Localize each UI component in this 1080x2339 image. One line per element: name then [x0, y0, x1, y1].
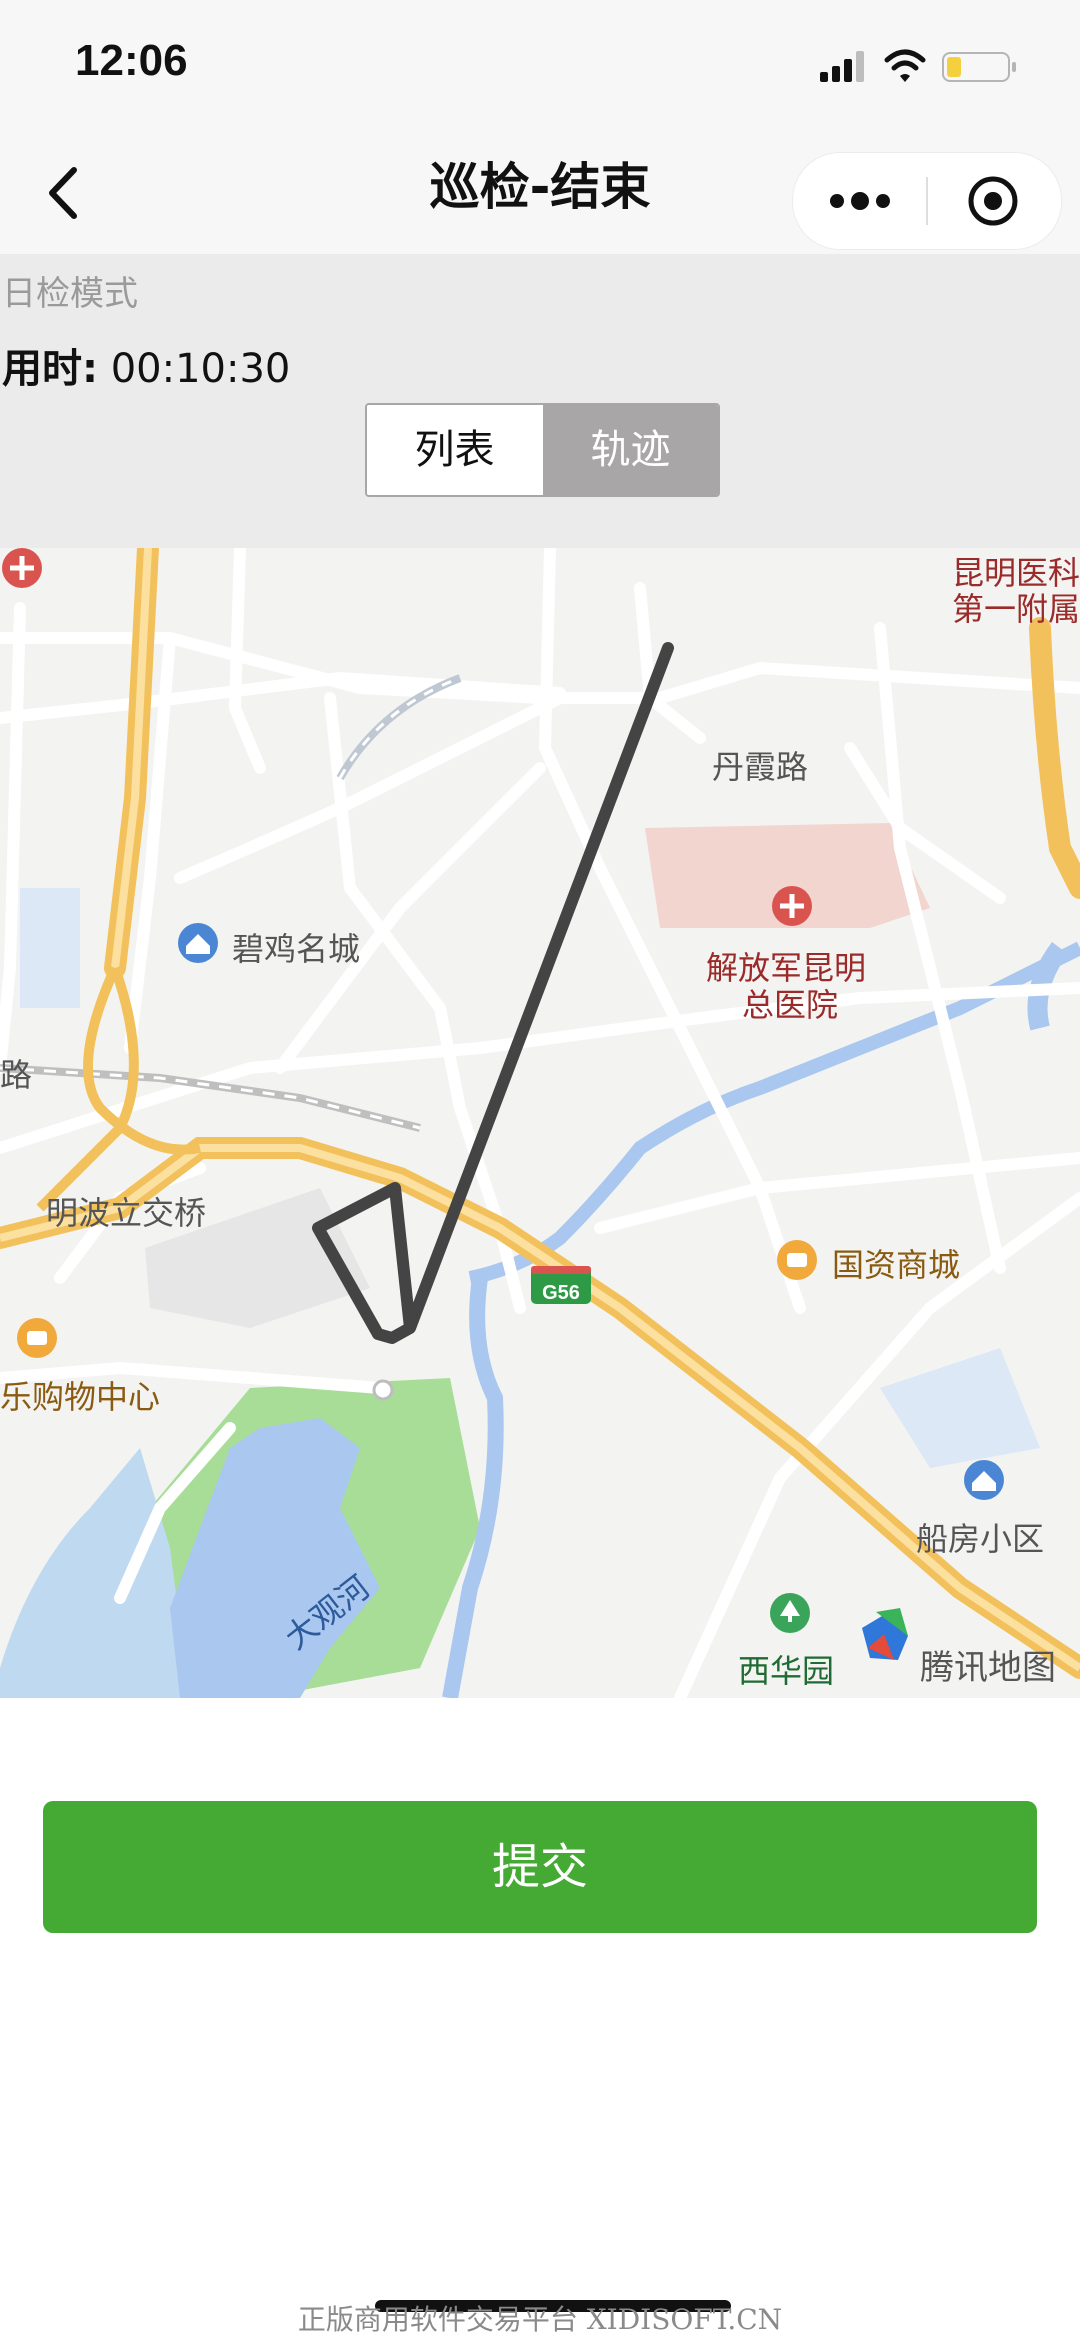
- close-button[interactable]: [928, 153, 1061, 249]
- mini-program-capsule: [792, 152, 1062, 250]
- hospital-icon: [2, 548, 42, 588]
- poi-label: 船房小区: [916, 1520, 1045, 1558]
- poi-label: 碧鸡名城: [232, 930, 361, 968]
- poi-label: 西华园: [738, 1652, 835, 1690]
- shop-icon: [17, 1318, 57, 1358]
- home-icon: [964, 1460, 1004, 1500]
- nav-bar: 巡检-结束: [0, 132, 1080, 254]
- road-label: 路: [0, 1056, 33, 1094]
- shop-icon: [777, 1240, 817, 1280]
- signal-icon: [820, 51, 864, 82]
- map-provider-label: 腾讯地图: [920, 1648, 1056, 1688]
- elapsed-time: 用时: 00:10:30: [2, 336, 290, 394]
- park-icon: [770, 1593, 810, 1633]
- battery-icon: [942, 52, 1016, 82]
- highway-shield-label: G56: [542, 1282, 580, 1304]
- hospital-icon: [772, 886, 812, 926]
- page: 12:06 巡检-结束 日检模式 用时: 00:10:30 列表 轨迹 G56 …: [0, 0, 1080, 2339]
- road-label: 丹霞路: [712, 748, 809, 786]
- wifi-icon: [884, 49, 926, 82]
- map-view[interactable]: G56 昆明医科 第一附属 丹霞路 碧鸡名城 解放军昆明 总医院 路 明波立交桥…: [0, 548, 1080, 1698]
- more-button[interactable]: [793, 153, 926, 249]
- elapsed-time-value: 00:10:30: [110, 346, 291, 392]
- poi-label: 乐购物中心: [0, 1378, 161, 1416]
- highway-shield: G56: [531, 1266, 591, 1304]
- more-dots-icon: [830, 192, 890, 210]
- elapsed-time-label: 用时:: [2, 346, 98, 392]
- poi-label: 明波立交桥: [46, 1194, 207, 1232]
- watermark: 正版商用软件交易平台 XIDISOFT.CN: [297, 2303, 783, 2336]
- info-panel: 日检模式 用时: 00:10:30 列表 轨迹: [0, 254, 1080, 548]
- status-icons: [820, 46, 1040, 86]
- view-segmented-control: 列表 轨迹: [365, 403, 720, 497]
- inspection-mode: 日检模式: [2, 274, 138, 314]
- status-time: 12:06: [75, 36, 188, 85]
- poi-label: 总医院: [742, 986, 839, 1024]
- poi-label: 国资商城: [832, 1246, 961, 1284]
- home-icon: [178, 923, 218, 963]
- tab-list[interactable]: 列表: [367, 405, 542, 495]
- status-bar: 12:06: [0, 0, 1080, 132]
- poi-label: 第一附属: [952, 590, 1080, 628]
- target-close-icon: [968, 176, 1018, 226]
- submit-button[interactable]: 提交: [43, 1801, 1037, 1933]
- tab-track[interactable]: 轨迹: [543, 405, 718, 495]
